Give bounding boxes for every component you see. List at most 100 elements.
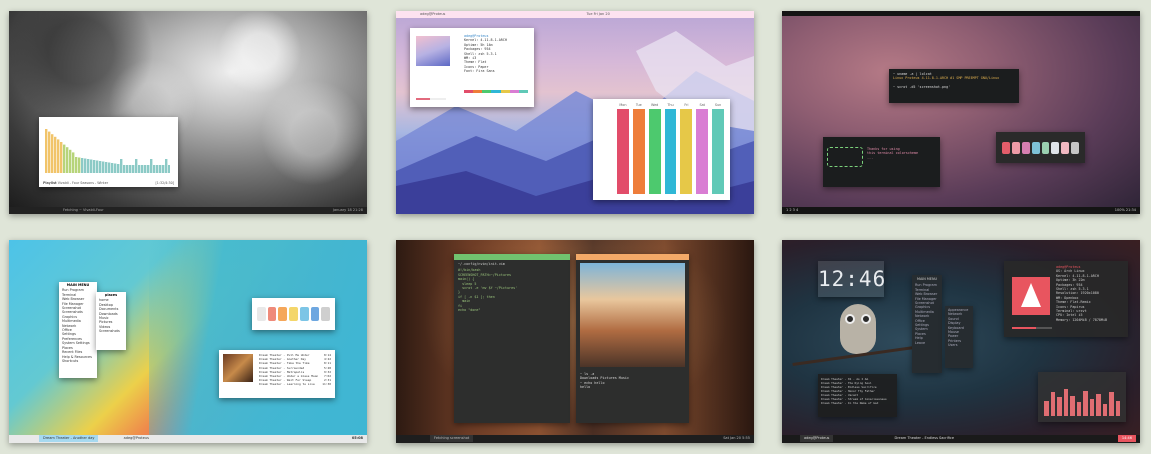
histogram-bar bbox=[162, 165, 165, 173]
histogram-bar bbox=[138, 165, 141, 173]
music-player[interactable]: Dream Theater - Pull Me Under 8:14 Dream T… bbox=[219, 350, 335, 398]
histogram-bar bbox=[57, 139, 60, 173]
audio-subtitle: Vivaldi - Four Seasons - Winter bbox=[57, 181, 109, 185]
task-terminal[interactable]: adeg@Proteus bbox=[120, 435, 153, 442]
histogram-bar bbox=[63, 144, 66, 173]
main-menu[interactable]: MAIN MENU Run Program Terminal Web Browser… bbox=[912, 275, 942, 373]
panel-status: 100% 21:34 bbox=[1114, 208, 1136, 212]
editor-path: ~/.config/nvim/init.vim bbox=[458, 262, 505, 266]
calendar-column[interactable]: Wed bbox=[648, 103, 661, 194]
calendar-column[interactable]: Thu bbox=[664, 103, 677, 194]
histogram-bar bbox=[147, 165, 150, 173]
audio-time: [1:32/4:30] bbox=[155, 181, 175, 185]
top-bar[interactable]: adeg@Proteus Tue Fri Jan 20 bbox=[396, 11, 754, 18]
places-submenu[interactable]: places home Desktop Documents Downloads Musi… bbox=[96, 292, 126, 350]
color-swatch bbox=[1002, 142, 1010, 154]
task-music[interactable]: Dream Theater - Another day bbox=[39, 435, 99, 442]
calendar-window[interactable]: Mon Tue Wed Thu Fri Sat Sun bbox=[593, 99, 730, 200]
menu-item[interactable]: Shortcuts bbox=[62, 359, 94, 363]
histogram-bar bbox=[168, 165, 170, 173]
figlet-line: this terminal colorscheme bbox=[867, 151, 919, 156]
panel-clock: Sat Jan 20 5:55 bbox=[723, 436, 750, 440]
bottom-panel[interactable]: Fetching ~ Vivaldi-Four January 18 21:28 bbox=[9, 207, 367, 214]
track-row[interactable]: Dream Theater - Learning to Live 11:30 bbox=[259, 382, 331, 386]
calendar-column[interactable]: Sun bbox=[712, 103, 725, 194]
menu-item[interactable]: Leave bbox=[915, 341, 939, 345]
street-photo bbox=[580, 263, 685, 367]
fetch-line: Font: Fira Sans bbox=[464, 69, 495, 74]
calendar-column[interactable]: Fri bbox=[680, 103, 693, 194]
topbar-date: Tue Fri Jan 20 bbox=[586, 12, 610, 16]
color-palette bbox=[1002, 142, 1079, 154]
playlist-window[interactable]: Dream Theater - 01 - As I Am Dream Theate… bbox=[818, 374, 897, 417]
bottom-panel[interactable]: Dream Theater - Another day adeg@Proteus… bbox=[9, 435, 367, 443]
task-item[interactable]: Fetching screenshot bbox=[430, 435, 474, 442]
audio-visualizer-window[interactable]: Playlist Vivaldi - Four Seasons - Winter… bbox=[39, 117, 178, 187]
calendar-day-label: Wed bbox=[650, 103, 659, 107]
submenu[interactable]: Appearance Network Sound Display Keyboard Mou… bbox=[945, 306, 973, 368]
histogram-bar bbox=[153, 165, 156, 173]
color-swatch bbox=[1021, 142, 1030, 154]
bottom-panel[interactable]: Fetching screenshot Sat Jan 20 5:55 bbox=[396, 435, 754, 443]
color-swatch bbox=[310, 307, 320, 321]
color-swatch bbox=[289, 307, 298, 321]
clock-widget: 12:46 bbox=[818, 261, 884, 297]
fetch-line: Memory: 1204MiB / 7878MiB bbox=[1056, 317, 1108, 322]
topbar-user: adeg@Proteus bbox=[420, 12, 446, 16]
color-swatch bbox=[482, 90, 492, 93]
task-music[interactable]: Dream Theater - Endless Sacrifice bbox=[895, 436, 955, 440]
bottom-panel[interactable]: 1 2 3 4 100% 21:34 bbox=[782, 207, 1140, 214]
calendar-column[interactable]: Sat bbox=[696, 103, 709, 194]
bottom-panel[interactable]: adeg@Proteus Dream Theater - Endless Sac… bbox=[782, 435, 1140, 443]
editor-window[interactable]: ~/.config/nvim/init.vim #!/bin/bash SCREE… bbox=[454, 254, 570, 423]
color-swatch bbox=[321, 307, 331, 321]
histogram-bar bbox=[132, 165, 135, 173]
histogram-bar bbox=[165, 159, 168, 173]
calendar-column[interactable]: Mon bbox=[617, 103, 629, 194]
track-duration: 11:30 bbox=[322, 382, 331, 387]
histogram-bar bbox=[141, 165, 144, 173]
histogram-bar bbox=[117, 164, 120, 173]
terminal-figlet[interactable]: Thanks for using this terminal colorschem… bbox=[823, 137, 940, 187]
color-swatch bbox=[500, 90, 510, 93]
submenu-item[interactable]: Users bbox=[948, 343, 970, 347]
calendar-column[interactable]: Tue bbox=[632, 103, 645, 194]
spectrum-bar bbox=[1050, 392, 1055, 416]
spectrum-bar bbox=[1076, 402, 1081, 416]
color-swatch bbox=[257, 307, 266, 321]
calendar-day-label: Thu bbox=[667, 103, 674, 107]
neofetch-window[interactable]: adeg@Proteus OS: Arch Linux Kernel: 4.11.… bbox=[1004, 261, 1128, 337]
histogram-bar bbox=[45, 129, 48, 173]
submenu-item[interactable]: Screenshots bbox=[99, 329, 123, 333]
menu-item[interactable]: Web Browser bbox=[915, 292, 939, 296]
progress-bar bbox=[416, 98, 446, 100]
volume-slider[interactable] bbox=[1012, 327, 1052, 329]
color-swatch bbox=[1051, 142, 1060, 154]
screenshot-street-city: ~/.config/nvim/init.vim #!/bin/bash SCREE… bbox=[396, 240, 754, 443]
histogram-bar bbox=[90, 159, 93, 173]
histogram-bar bbox=[66, 147, 69, 173]
palette-window[interactable] bbox=[252, 298, 335, 330]
terminal-uname[interactable]: ~ uname -a | lolcat Linux Proteus 4.11.8… bbox=[889, 69, 1019, 103]
color-strip bbox=[464, 90, 528, 93]
terminal-palette[interactable] bbox=[996, 132, 1085, 163]
main-menu[interactable]: MAIN MENU Run Program Terminal Web Browser… bbox=[59, 282, 97, 378]
album-art bbox=[223, 354, 253, 382]
task-terminal[interactable]: adeg@Proteus bbox=[800, 435, 834, 442]
calendar-day-label: Sun bbox=[714, 103, 722, 107]
histogram-bar bbox=[129, 165, 132, 173]
figlet-line: ... bbox=[867, 155, 874, 160]
image-terminal-window[interactable]: ~ ls -a Downloads Pictures Music ~ echo he… bbox=[576, 254, 689, 423]
histogram-bar bbox=[78, 157, 81, 173]
histogram-bar bbox=[72, 152, 75, 173]
visualizer-window bbox=[1038, 372, 1126, 422]
color-palette bbox=[257, 307, 331, 321]
menu-title: MAIN MENU bbox=[917, 277, 937, 281]
color-swatch bbox=[1031, 142, 1040, 154]
neofetch-window[interactable]: adeg@Proteus Kernel: 4.11.8-1-ARCH Uptime… bbox=[410, 28, 534, 107]
workspace-indicator[interactable]: 1 2 3 4 bbox=[786, 208, 798, 212]
histogram-bar bbox=[111, 163, 114, 173]
histogram-bar bbox=[75, 157, 78, 173]
calendar-day-label: Sat bbox=[699, 103, 705, 107]
figlet-art bbox=[827, 147, 863, 167]
